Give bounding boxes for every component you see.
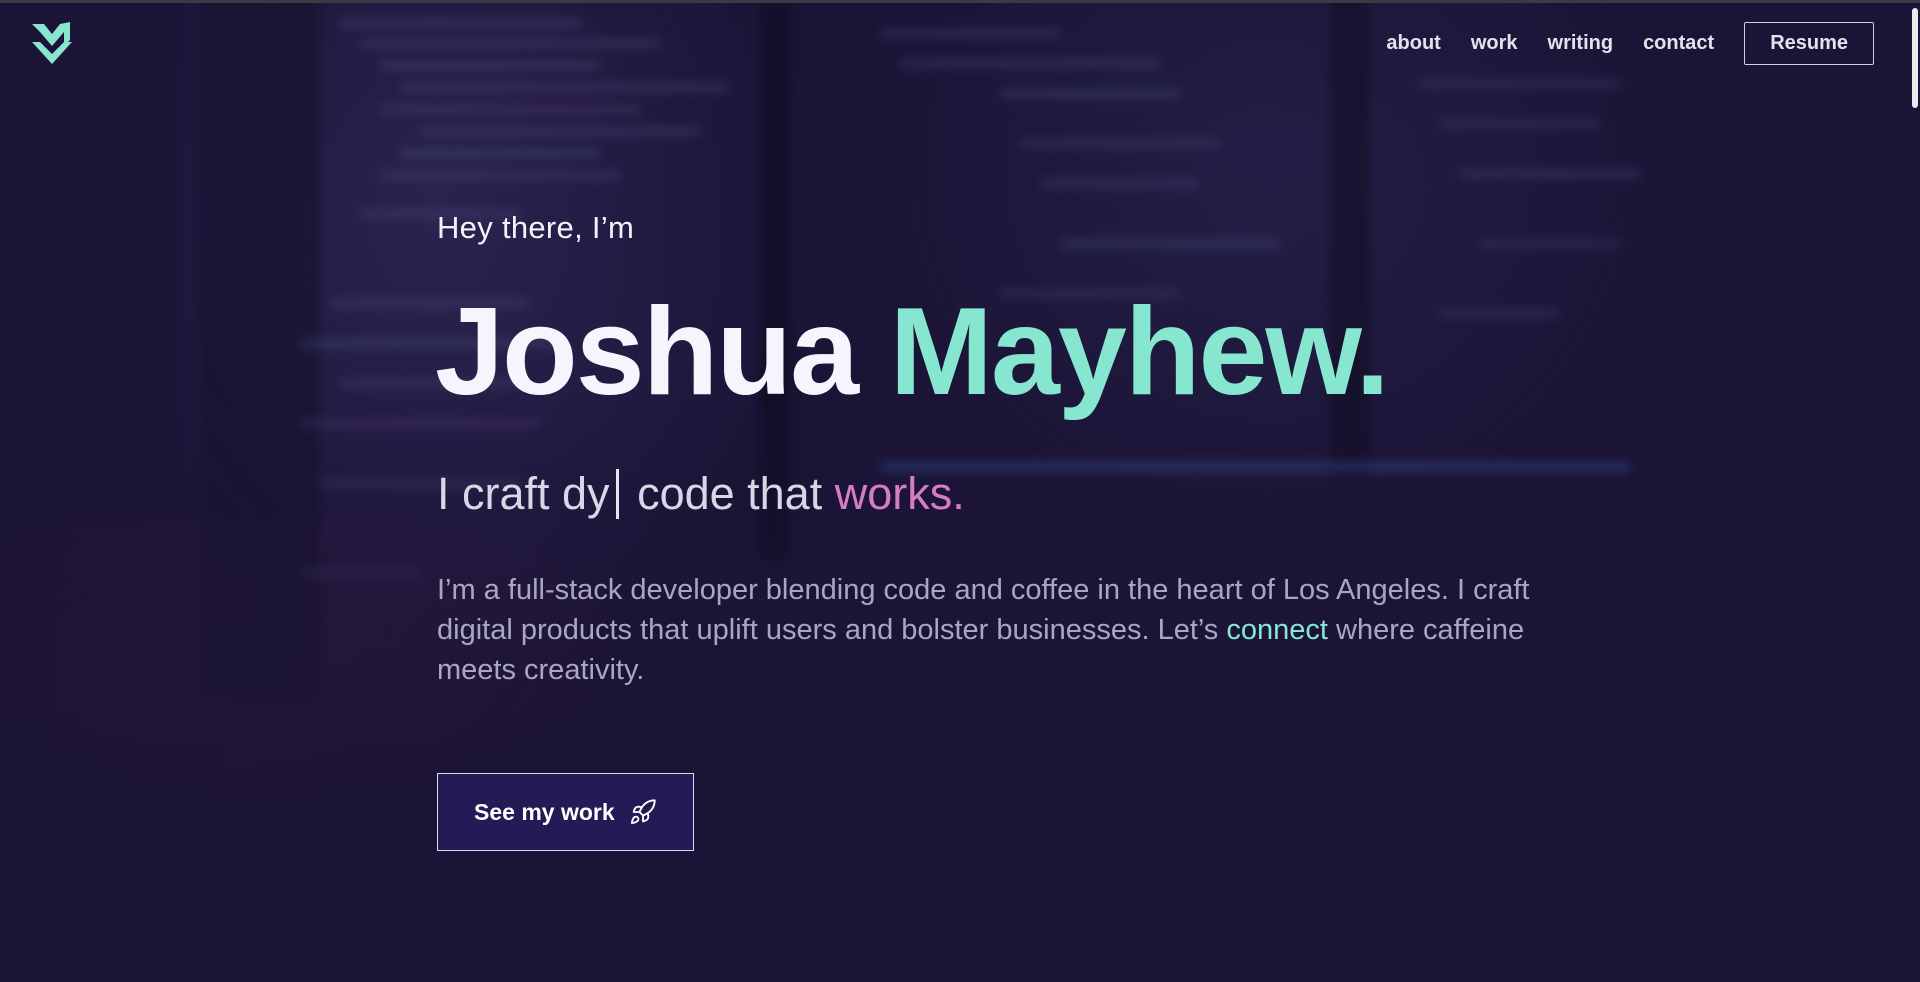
connect-link[interactable]: connect — [1226, 614, 1328, 646]
nav-link-writing[interactable]: writing — [1548, 32, 1614, 55]
tagline-typed-text: I craft dy — [437, 468, 610, 519]
window-top-border — [0, 0, 1920, 3]
hero-name: Joshua Mayhew. — [435, 290, 1637, 414]
main-nav: about work writing contact Resume — [1386, 22, 1874, 65]
tagline-accent: works. — [834, 468, 965, 519]
nav-link-about[interactable]: about — [1386, 32, 1440, 55]
hero-tagline: I craft dy code that works. — [437, 468, 1637, 520]
resume-button[interactable]: Resume — [1744, 22, 1874, 65]
hero-greeting: Hey there, I’m — [437, 210, 635, 245]
page: about work writing contact Resume Hey th… — [0, 0, 1920, 982]
hero-section: Hey there, I’m Joshua Mayhew. I craft dy… — [435, 210, 1637, 851]
nav-link-work[interactable]: work — [1471, 32, 1518, 55]
rocket-icon — [629, 798, 657, 826]
see-my-work-button[interactable]: See my work — [437, 773, 694, 851]
typing-caret — [615, 469, 619, 519]
logo-icon[interactable] — [30, 20, 74, 68]
tagline-text: code that — [624, 468, 835, 519]
see-my-work-label: See my work — [474, 798, 615, 825]
hero-bio: I’m a full-stack developer blending code… — [437, 570, 1547, 690]
scrollbar-thumb[interactable] — [1912, 8, 1918, 108]
nav-link-contact[interactable]: contact — [1643, 32, 1714, 55]
hero-name-first: Joshua — [435, 283, 859, 421]
hero-name-last: Mayhew. — [889, 283, 1390, 421]
